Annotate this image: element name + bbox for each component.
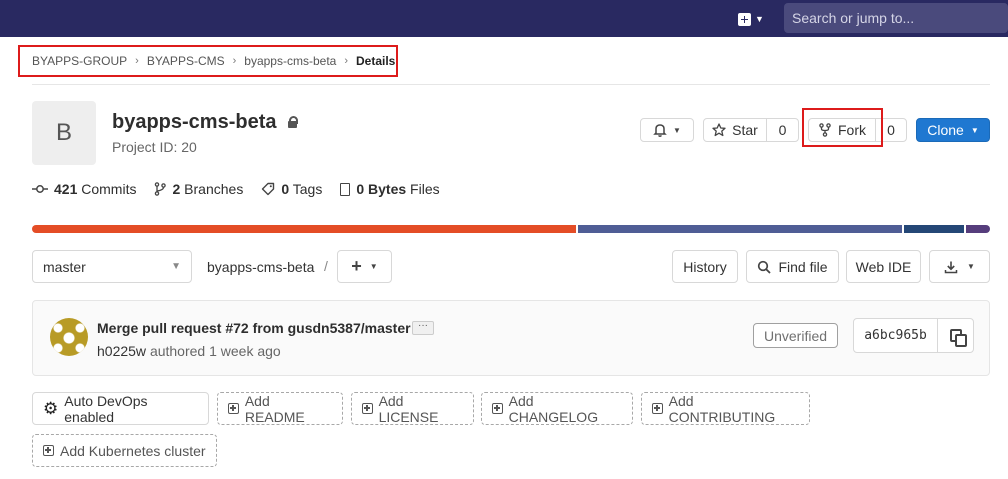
find-file-label: Find file (778, 258, 828, 275)
breadcrumb-item-subgroup[interactable]: BYAPPS-CMS (147, 54, 225, 68)
chevron-right-icon: › (344, 55, 348, 67)
language-segment[interactable] (32, 225, 576, 233)
add-to-tree-dropdown-button[interactable]: + ▼ (337, 250, 392, 283)
commit-author-link[interactable]: h0225w (97, 343, 146, 359)
commit-title-link[interactable]: Merge pull request #72 from gusdn5387/ma… (97, 320, 411, 336)
chevron-down-icon: ▼ (171, 261, 181, 272)
breadcrumb-item-project[interactable]: byapps-cms-beta (244, 54, 336, 68)
chevron-right-icon: › (232, 55, 237, 67)
branches-link[interactable]: 2 Branches (154, 181, 243, 197)
notification-dropdown-button[interactable]: ▼ (640, 118, 694, 142)
commit-meta: h0225w authored 1 week ago (97, 343, 281, 359)
files-size: 0 Bytes (356, 181, 407, 197)
add-readme-label: Add README (244, 392, 305, 425)
branches-count: 2 (172, 181, 181, 197)
clone-dropdown-button[interactable]: Clone ▼ (916, 118, 990, 142)
project-id: Project ID: 20 (112, 139, 197, 155)
last-commit-panel: Merge pull request #72 from gusdn5387/ma… (32, 300, 990, 376)
breadcrumb-item-current[interactable]: Details (356, 54, 395, 68)
tags-link[interactable]: 0 Tags (261, 181, 322, 197)
plus-square-icon (738, 12, 752, 26)
tags-count: 0 (281, 181, 290, 197)
add-contributing-button[interactable]: Add CONTRIBUTING (641, 392, 810, 425)
search-input[interactable]: Search or jump to... (784, 3, 1008, 33)
star-button[interactable]: Star (703, 118, 767, 142)
star-label: Star (732, 122, 758, 138)
copy-sha-button[interactable] (937, 318, 974, 353)
branch-icon (155, 182, 167, 196)
new-item-dropdown-button[interactable]: ▼ (732, 8, 770, 30)
commits-count: 421 (54, 181, 78, 197)
star-icon (712, 123, 726, 137)
add-changelog-button[interactable]: Add CHANGELOG (481, 392, 633, 425)
commit-sha-button[interactable]: a6bc965b (853, 318, 938, 353)
project-stats: 421 Commits 2 Branches 0 Tags 0 Bytes Fi… (32, 181, 440, 197)
add-changelog-label: Add CHANGELOG (508, 392, 599, 425)
commit-author-avatar[interactable] (50, 318, 88, 356)
add-license-label: Add LICENSE (378, 392, 439, 425)
chevron-down-icon: ▼ (673, 125, 681, 135)
find-file-button[interactable]: Find file (746, 250, 839, 283)
download-dropdown-button[interactable]: ▼ (929, 250, 990, 283)
clone-label: Clone (927, 122, 964, 138)
plus-square-icon (362, 403, 373, 414)
expand-commit-description-button[interactable]: ··· (412, 321, 434, 335)
plus-square-icon (228, 403, 239, 414)
add-kubernetes-cluster-button[interactable]: Add Kubernetes cluster (32, 434, 217, 467)
files-link[interactable]: 0 Bytes Files (340, 181, 440, 197)
chevron-down-icon: ▼ (967, 262, 975, 271)
branch-select-value: master (43, 258, 86, 275)
auto-devops-button[interactable]: ⚙ Auto DevOps enabled (32, 392, 209, 425)
fork-highlight-frame (802, 108, 883, 147)
path-separator: / (324, 258, 328, 274)
chevron-down-icon: ▼ (755, 14, 764, 24)
branches-label: Branches (184, 181, 244, 197)
auto-devops-label: Auto DevOps enabled (64, 392, 148, 425)
add-contributing-label: Add CONTRIBUTING (668, 392, 776, 425)
language-segment[interactable] (578, 225, 902, 233)
commit-authored-text: authored 1 week ago (149, 343, 281, 359)
add-readme-button[interactable]: Add README (217, 392, 343, 425)
plus-icon: + (351, 256, 362, 276)
signature-badge[interactable]: Unverified (753, 323, 838, 348)
language-segment[interactable] (966, 225, 990, 233)
commits-link[interactable]: 421 Commits (32, 181, 136, 197)
plus-square-icon (43, 445, 54, 456)
breadcrumb: BYAPPS-GROUP › BYAPPS-CMS › byapps-cms-b… (18, 45, 398, 77)
breadcrumb-item-group[interactable]: BYAPPS-GROUP (32, 54, 127, 68)
plus-square-icon (492, 403, 503, 414)
add-license-button[interactable]: Add LICENSE (351, 392, 474, 425)
bell-icon (653, 124, 667, 137)
gear-icon: ⚙ (43, 399, 59, 418)
plus-square-icon (652, 403, 663, 414)
language-segment[interactable] (904, 225, 964, 233)
copy-icon (949, 329, 967, 347)
files-label: Files (410, 181, 440, 197)
header-divider (32, 84, 990, 85)
file-icon (340, 182, 351, 196)
branch-select[interactable]: master ▼ (32, 250, 192, 283)
project-title-row: byapps-cms-beta (112, 111, 298, 134)
tag-icon (262, 182, 275, 196)
commit-icon (32, 185, 48, 193)
chevron-down-icon: ▼ (369, 262, 378, 271)
add-kubernetes-label: Add Kubernetes cluster (60, 442, 206, 459)
lock-icon (287, 116, 298, 129)
repo-path-link[interactable]: byapps-cms-beta (207, 259, 314, 275)
web-ide-button[interactable]: Web IDE (846, 250, 921, 283)
tags-label: Tags (292, 181, 323, 197)
project-avatar: B (32, 101, 96, 165)
top-navbar: ▼ Search or jump to... (0, 0, 1008, 37)
commits-label: Commits (81, 181, 137, 197)
chevron-down-icon: ▼ (970, 125, 979, 135)
star-count[interactable]: 0 (766, 118, 799, 142)
history-button[interactable]: History (672, 250, 738, 283)
project-title: byapps-cms-beta (112, 111, 277, 133)
search-icon (758, 260, 772, 274)
chevron-right-icon: › (135, 55, 139, 67)
download-icon (944, 261, 958, 273)
